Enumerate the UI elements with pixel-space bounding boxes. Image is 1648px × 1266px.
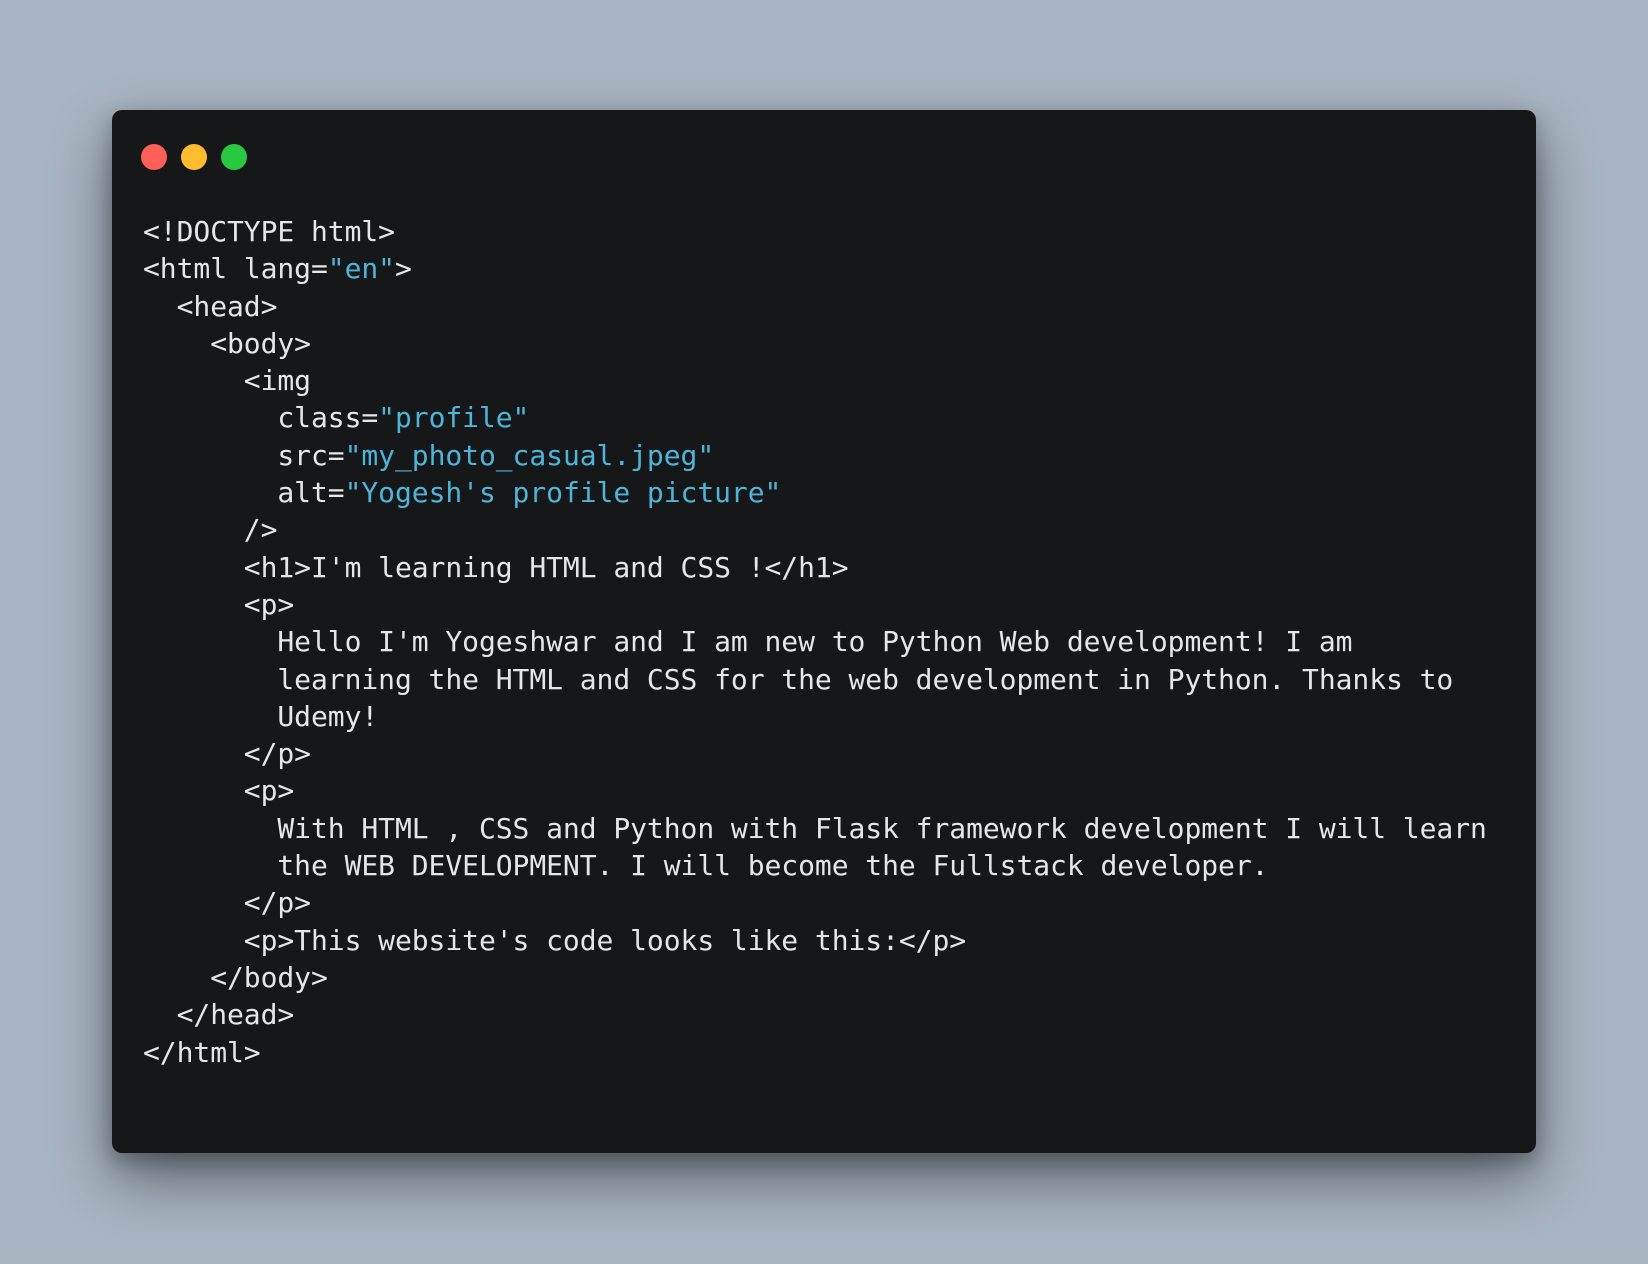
code-line: Hello I'm Yogeshwar and I am new to Pyth… <box>143 623 1487 660</box>
window-controls <box>141 144 247 170</box>
code-line: <p> <box>143 586 1487 623</box>
code-token: <p> <box>143 587 295 621</box>
code-token: <body> <box>143 326 311 360</box>
code-line: Udemy! <box>143 698 1487 735</box>
code-token: With HTML , CSS and Python with Flask fr… <box>143 811 1487 845</box>
code-token: Hello I'm Yogeshwar and I am new to Pyth… <box>143 625 1353 659</box>
code-token: <p> <box>143 774 295 808</box>
code-token: <h1>I'm learning HTML and CSS !</h1> <box>143 550 849 584</box>
code-token: </head> <box>143 998 295 1032</box>
code-line: </p> <box>143 884 1487 921</box>
code-token: learning the HTML and CSS for the web de… <box>143 662 1454 696</box>
code-token: </p> <box>143 737 311 771</box>
code-line: alt="Yogesh's profile picture" <box>143 474 1487 511</box>
code-line: <head> <box>143 288 1487 325</box>
code-token: <head> <box>143 289 278 323</box>
code-token: the WEB DEVELOPMENT. I will become the F… <box>143 849 1269 883</box>
code-token: /> <box>143 513 278 547</box>
code-line: /> <box>143 511 1487 548</box>
string-token: "profile" <box>378 401 530 435</box>
string-token: "my_photo_casual.jpeg" <box>344 438 715 472</box>
code-line: <p>This website's code looks like this:<… <box>143 922 1487 959</box>
code-token: </body> <box>143 960 328 994</box>
code-token: Udemy! <box>143 699 379 733</box>
code-token: <img <box>143 364 311 398</box>
code-line: the WEB DEVELOPMENT. I will become the F… <box>143 847 1487 884</box>
code-line: <img <box>143 362 1487 399</box>
close-button[interactable] <box>141 144 167 170</box>
code-token: alt= <box>143 476 345 510</box>
code-line: <body> <box>143 325 1487 362</box>
code-line: <html lang="en"> <box>143 250 1487 287</box>
code-line: </body> <box>143 959 1487 996</box>
code-line: With HTML , CSS and Python with Flask fr… <box>143 810 1487 847</box>
code-token: </html> <box>143 1035 261 1069</box>
code-line: src="my_photo_casual.jpeg" <box>143 437 1487 474</box>
string-token: "en" <box>327 252 395 286</box>
code-token: <p>This website's code looks like this:<… <box>143 923 967 957</box>
zoom-button[interactable] <box>221 144 247 170</box>
code-line: </html> <box>143 1034 1487 1071</box>
code-token: </p> <box>143 886 311 920</box>
code-line: <p> <box>143 772 1487 809</box>
string-token: "Yogesh's profile picture" <box>344 476 782 510</box>
code-token: src= <box>143 438 345 472</box>
code-token: <html lang= <box>143 252 328 286</box>
code-line: class="profile" <box>143 399 1487 436</box>
code-block: <!DOCTYPE html> <html lang="en"> <head> <… <box>143 213 1487 1071</box>
code-line: learning the HTML and CSS for the web de… <box>143 661 1487 698</box>
code-token: <!DOCTYPE html> <box>143 215 395 248</box>
code-line: <!DOCTYPE html> <box>143 213 1487 250</box>
code-line: <h1>I'm learning HTML and CSS !</h1> <box>143 549 1487 586</box>
minimize-button[interactable] <box>181 144 207 170</box>
code-token: class= <box>143 401 379 435</box>
code-token: > <box>394 252 412 286</box>
code-line: </head> <box>143 996 1487 1033</box>
code-window: <!DOCTYPE html> <html lang="en"> <head> <… <box>112 110 1536 1153</box>
code-line: </p> <box>143 735 1487 772</box>
